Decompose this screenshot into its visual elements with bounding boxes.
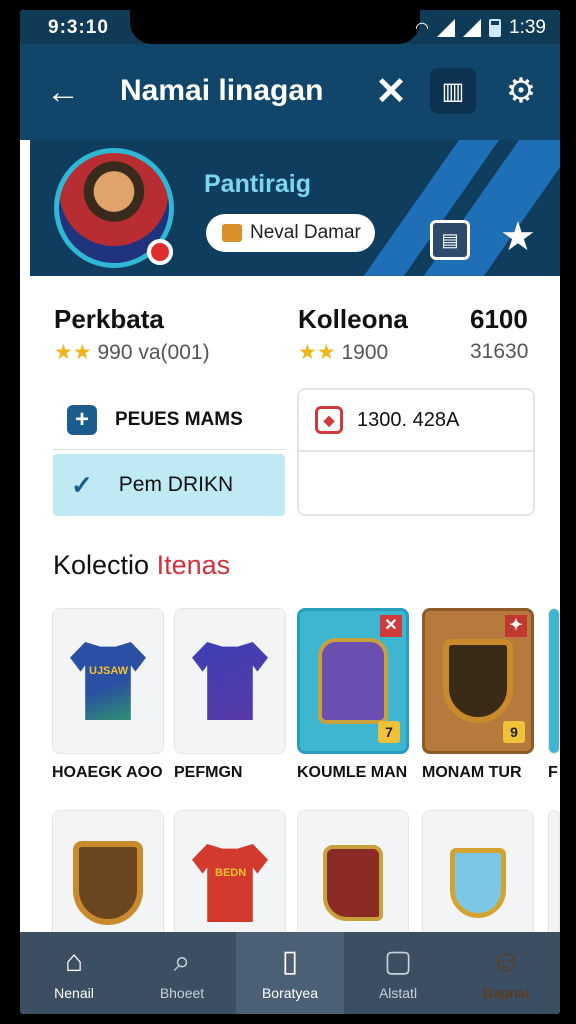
collection-title: Kolectio Itenas [53,550,230,581]
nav-item-square[interactable]: ▢ Alstatl [344,932,452,1014]
stat-right-title: Kolleona [298,304,408,334]
stat-right-value: 1900 [341,341,389,364]
square-icon: ▢ [383,945,413,978]
phone-screen: 9:3:10 ◠ 1:39 ← Namai linagan ✕ ▥ ⚙ Pant… [20,10,560,1014]
gear-icon[interactable]: ⚙ [498,68,544,114]
jersey-text: UJSAW [89,665,129,677]
wifi-icon: ◠ [415,20,430,37]
top-app-bar: ← Namai linagan ✕ ▥ ⚙ [20,44,560,140]
battery-icon [489,19,502,37]
stat-left-sub: ★★ 990 va(001) [54,340,210,365]
jersey-shape [192,642,268,720]
shield-icon: ◆ [315,406,343,434]
profile-icon: ☺ [490,945,522,978]
nav-item-home[interactable]: ⌂ Nenail [20,932,128,1014]
pem-drikn-toggle[interactable]: ✓ Pem DRIKN [53,454,285,516]
stars-icon: ★★ [54,341,92,364]
ribbon-icon: ✦ [505,615,527,637]
robe-icon: ✕ 7 [297,608,409,754]
collection-title-main: Kolectio [53,550,150,580]
jersey-green-icon: UJSAW [52,608,164,754]
remove-icon[interactable]: ✕ [380,615,402,637]
nav-item-search[interactable]: ⌕ Bhoeet [128,932,236,1014]
item-caption: MONAM TUR [422,764,522,781]
star-icon[interactable]: ★ [500,214,536,260]
item-caption: F [548,764,558,781]
action-checked-label: Pem DRIKN [118,473,234,496]
card-icon: ▯ [281,945,299,978]
collection-item[interactable]: ✦ 9 MONAM TUR [422,608,534,782]
camera-notch [130,10,420,44]
page-title: Namai linagan [120,74,324,107]
nav-item-profile[interactable]: ☺ Dapnai [452,932,560,1014]
stats-panel: Perkbata ★★ 990 va(001) Kolleona ★★ 1900… [30,276,560,386]
nav-label: Bhoeet [159,985,205,1001]
item-caption: PEFMGN [174,764,243,781]
info-box: ◆ 1300. 428A [297,388,535,516]
id-card-icon[interactable]: ▤ [430,220,470,260]
briefcase-icon [222,224,242,242]
item-badge: 7 [378,721,400,743]
item-badge: 9 [503,721,525,743]
plus-icon: + [67,404,97,435]
item-caption: HOAEGK AOO [52,764,163,781]
close-icon[interactable]: ✕ [368,68,414,114]
shield-gem-icon: ✦ 9 [422,608,534,754]
search-icon: ⌕ [173,945,191,978]
trophy-shape [450,848,506,918]
jersey-shape [70,642,146,720]
stat-total: 6100 [470,304,528,334]
item-caption: KOUMLE MAN [297,764,408,781]
profile-tag-label: Neval Damar [250,222,361,243]
stat-total-sub: 31630 [470,340,529,363]
status-icons: ◠ 1:39 [415,17,546,39]
nav-label: Dapnai [482,985,530,1001]
collection-item[interactable]: PEFMGN [174,608,286,782]
profile-banner: Pantiraig Neval Damar ▤ ★ [30,140,560,276]
bookmark-icon[interactable]: ▥ [430,68,476,114]
shield-shape [443,639,513,723]
status-right-time: 1:39 [509,17,546,38]
home-icon: ⌂ [64,945,84,978]
nav-label: Boratyea [261,985,319,1001]
arrow-left-icon[interactable]: ← [46,72,86,112]
info-row[interactable]: ◆ 1300. 428A [299,390,533,452]
robe-shape [318,638,388,724]
shield-shape [73,841,143,925]
jersey-purple-icon [174,608,286,754]
jersey-shape [192,844,268,922]
collection-item[interactable]: UJSAW HOAEGK AOO [52,608,164,782]
stat-left-value: 990 va(001) [97,341,210,364]
check-icon: ✓ [71,469,93,500]
collection-item[interactable]: ✕ 7 KOUMLE MAN [297,608,409,782]
info-row-label: 1300. 428A [357,408,460,431]
stars-icon: ★★ [298,341,336,364]
jersey-text: BEDN [215,867,247,879]
partial-item-icon [548,608,560,754]
status-time: 9:3:10 [48,17,109,38]
action-primary-label: PEUES MAMS [115,408,243,430]
nav-label: Alstatl [378,985,418,1001]
stat-left-title: Perkbata [54,304,164,334]
bottom-nav: ⌂ Nenail ⌕ Bhoeet ▯ Boratyea ▢ Alstatl ☺… [20,932,560,1014]
collection-item[interactable]: F [548,608,560,782]
nav-label: Nenail [54,985,94,1001]
nav-item-card[interactable]: ▯ Boratyea [236,932,344,1014]
online-status-dot [147,239,173,265]
profile-name: Pantiraig [204,170,311,198]
signal-icon [437,19,456,37]
boot-shape [323,845,383,921]
profile-tag-button[interactable]: Neval Damar [206,214,375,252]
collection-title-accent: Itenas [156,550,231,580]
status-bar: 9:3:10 ◠ 1:39 [20,10,560,44]
signal-icon [463,19,482,37]
stat-right-sub: ★★ 1900 [298,340,388,365]
peues-mams-button[interactable]: + PEUES MAMS [53,390,285,450]
